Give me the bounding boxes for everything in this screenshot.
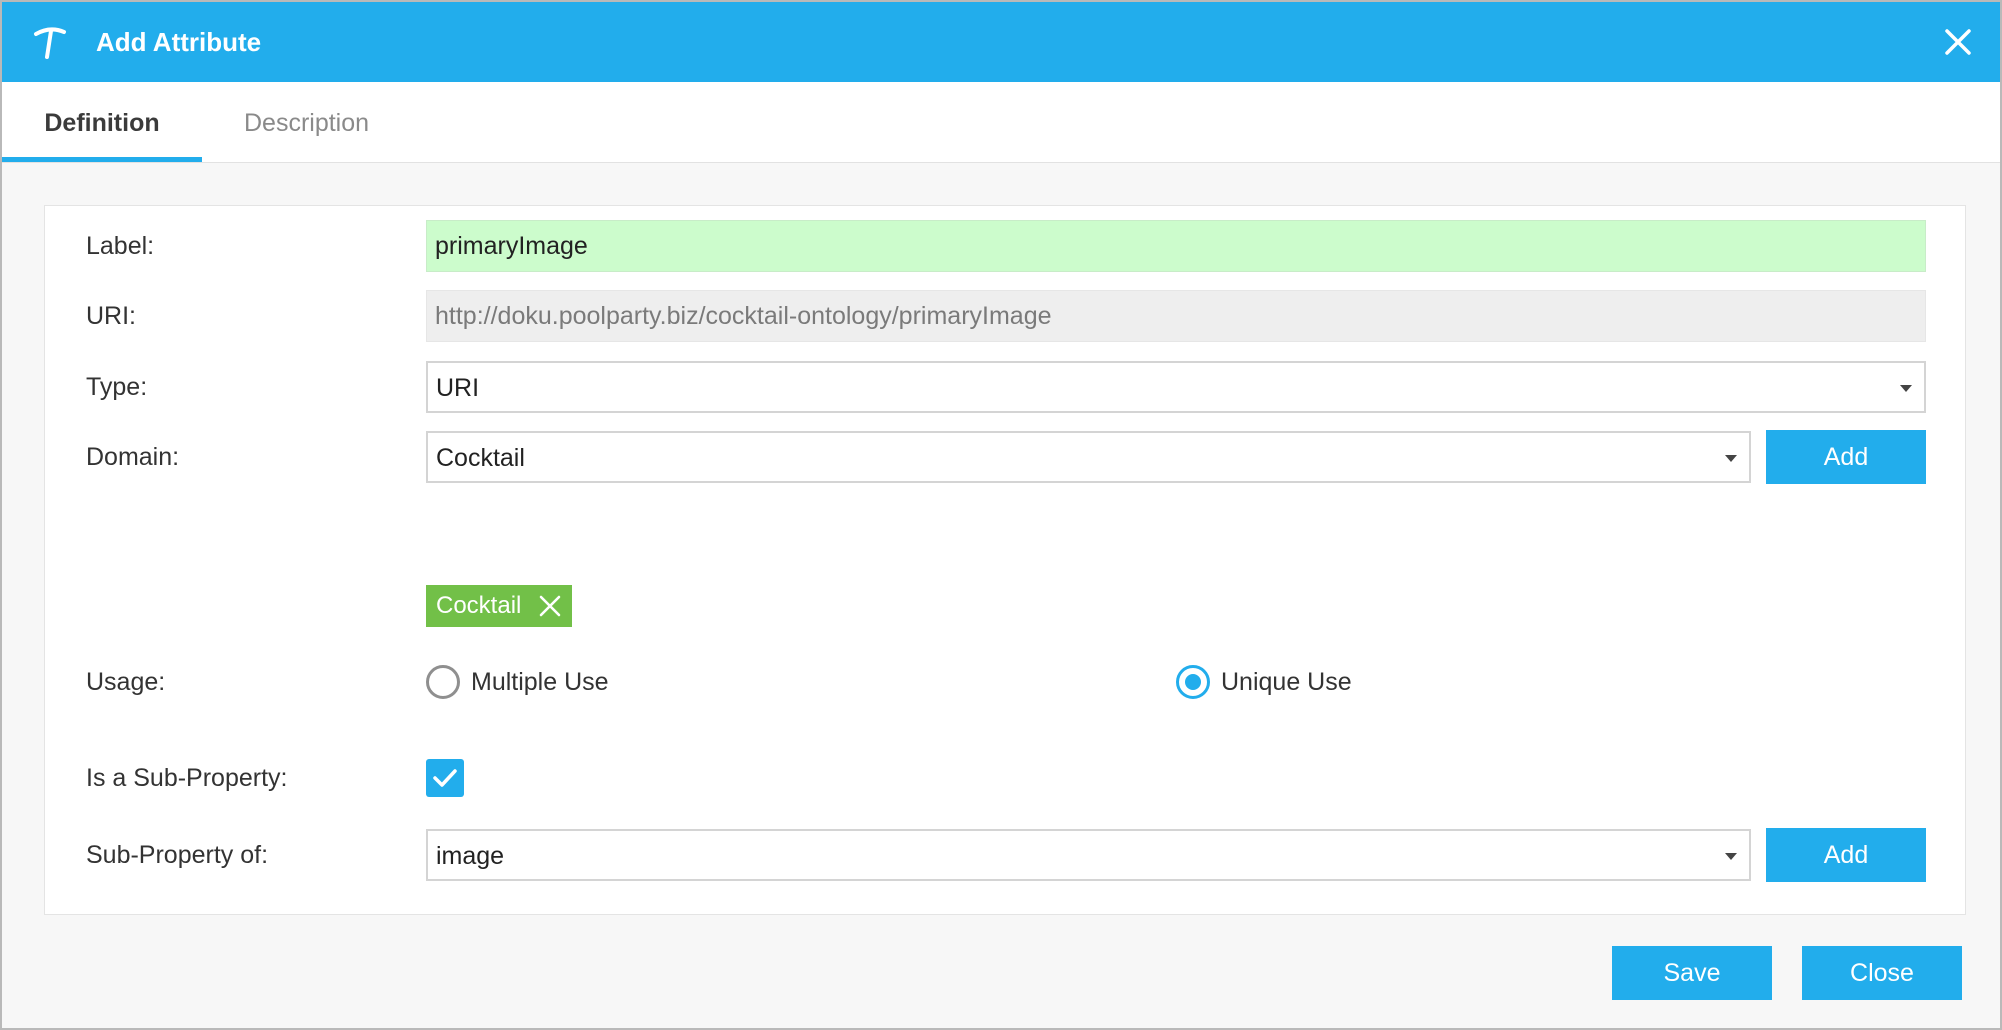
sub-property-of-value: image — [436, 842, 505, 870]
domain-chip: Cocktail — [426, 585, 572, 627]
domain-caption: Domain: — [86, 443, 180, 471]
sub-property-caption: Is a Sub-Property: — [86, 764, 288, 792]
sub-property-checkbox[interactable] — [426, 759, 464, 797]
sub-property-add-button[interactable]: Add — [1766, 828, 1926, 882]
chevron-down-icon — [1900, 385, 1912, 392]
uri-caption: URI: — [86, 302, 136, 330]
sub-property-of-select[interactable]: image — [426, 829, 1751, 881]
type-caption: Type: — [86, 373, 148, 401]
close-icon[interactable] — [1942, 26, 1974, 58]
radio-unique-use-label[interactable]: Unique Use — [1221, 665, 1352, 699]
domain-select[interactable]: Cocktail — [426, 431, 1751, 483]
radio-multiple-use-label[interactable]: Multiple Use — [471, 665, 609, 699]
sub-property-of-caption: Sub-Property of: — [86, 841, 269, 869]
definition-form: Label: URI: http://doku.poolparty.biz/co… — [44, 205, 1966, 915]
dialog-header: Add Attribute — [2, 2, 2000, 82]
app-logo-icon — [34, 27, 66, 59]
type-select[interactable]: URI — [426, 361, 1926, 413]
tab-definition[interactable]: Definition — [2, 82, 202, 162]
domain-select-value: Cocktail — [436, 444, 525, 472]
checkmark-icon — [433, 769, 457, 787]
domain-add-button[interactable]: Add — [1766, 430, 1926, 484]
domain-chip-label: Cocktail — [436, 592, 522, 619]
radio-selected-dot — [1185, 674, 1201, 690]
tab-description[interactable]: Description — [244, 82, 369, 162]
chevron-down-icon — [1725, 455, 1737, 462]
remove-icon[interactable] — [538, 594, 562, 618]
usage-caption: Usage: — [86, 668, 166, 696]
type-select-value: URI — [436, 374, 480, 402]
label-input[interactable] — [426, 220, 1926, 272]
add-attribute-dialog: Add Attribute Definition Description Lab… — [0, 0, 2002, 1030]
tab-bar: Definition Description — [2, 82, 2000, 163]
dialog-title: Add Attribute — [96, 27, 262, 57]
radio-unique-use[interactable] — [1176, 665, 1210, 699]
chevron-down-icon — [1725, 853, 1737, 860]
radio-multiple-use[interactable] — [426, 665, 460, 699]
save-button[interactable]: Save — [1612, 946, 1772, 1000]
close-button[interactable]: Close — [1802, 946, 1962, 1000]
uri-field: http://doku.poolparty.biz/cocktail-ontol… — [426, 290, 1926, 342]
label-caption: Label: — [86, 232, 155, 260]
